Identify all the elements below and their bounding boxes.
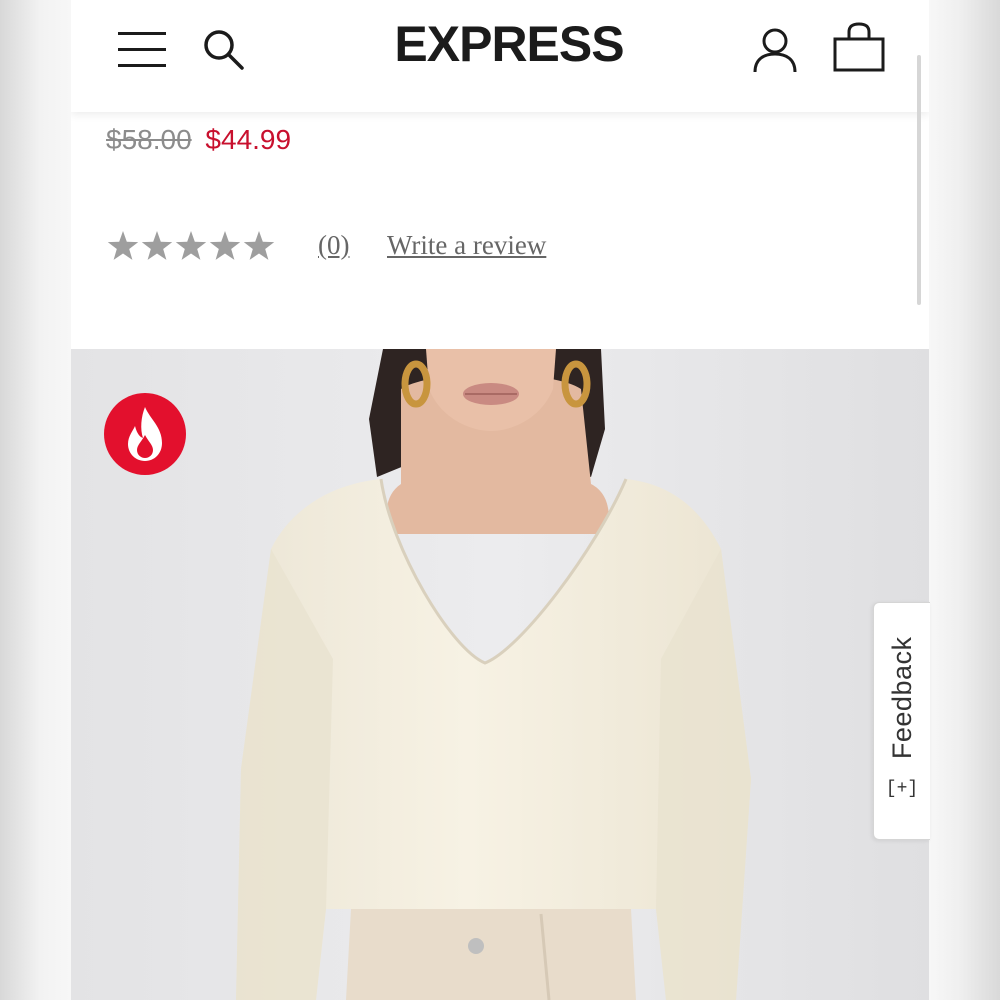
star-icon[interactable]	[175, 231, 207, 260]
shopping-bag-icon[interactable]	[830, 22, 888, 74]
scrollbar[interactable]	[917, 55, 921, 305]
feedback-content: [+] Feedback	[874, 603, 930, 839]
hamburger-menu-icon[interactable]	[118, 30, 166, 70]
search-icon[interactable]	[202, 28, 246, 72]
price-row: $58.00 $44.99	[106, 124, 291, 156]
mobile-page: EXPRESS $58.00 $44.99 (0) Write a review	[71, 0, 929, 1000]
review-count-link[interactable]: (0)	[318, 230, 349, 261]
star-icon[interactable]	[141, 231, 173, 260]
sale-price: $44.99	[205, 124, 292, 155]
star-rating[interactable]	[106, 226, 276, 266]
flame-icon	[104, 393, 186, 475]
feedback-label: Feedback	[886, 636, 917, 760]
account-icon[interactable]	[751, 26, 799, 76]
original-price: $58.00	[106, 124, 192, 155]
write-review-link[interactable]: Write a review	[387, 230, 546, 261]
top-navigation-bar: EXPRESS	[71, 0, 929, 112]
feedback-tab[interactable]: [+] Feedback	[873, 602, 930, 840]
express-logo[interactable]: EXPRESS	[369, 14, 649, 74]
star-icon[interactable]	[107, 231, 139, 260]
star-icon[interactable]	[243, 231, 275, 260]
product-image[interactable]	[71, 349, 929, 1000]
star-icon[interactable]	[209, 231, 241, 260]
feedback-plus-icon: [+]	[885, 779, 919, 800]
